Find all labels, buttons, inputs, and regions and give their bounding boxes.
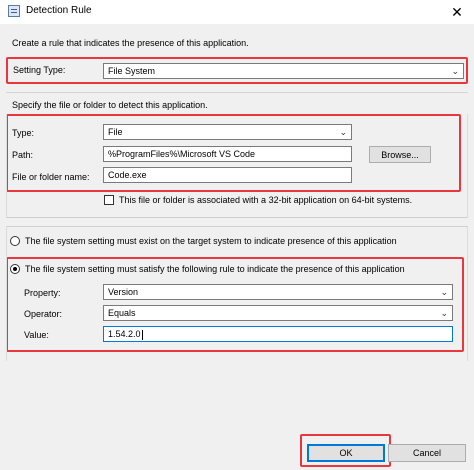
- options-group-frame: [6, 226, 468, 361]
- window-title: Detection Rule: [26, 5, 92, 16]
- setting-type-value: File System: [108, 66, 156, 76]
- file-group-frame: [6, 114, 468, 218]
- close-button[interactable]: ✕: [440, 0, 474, 24]
- setting-type-label: Setting Type:: [13, 65, 66, 75]
- cancel-button[interactable]: Cancel: [388, 444, 466, 462]
- separator: [6, 92, 468, 93]
- ok-button[interactable]: OK: [307, 444, 385, 462]
- app-icon: [8, 5, 20, 17]
- chevron-down-icon: ⌄: [451, 66, 459, 76]
- setting-type-select[interactable]: File System ⌄: [103, 63, 464, 79]
- title-bar[interactable]: Detection Rule ✕: [0, 0, 474, 24]
- file-section-heading: Specify the file or folder to detect thi…: [12, 100, 208, 110]
- intro-text: Create a rule that indicates the presenc…: [12, 38, 249, 48]
